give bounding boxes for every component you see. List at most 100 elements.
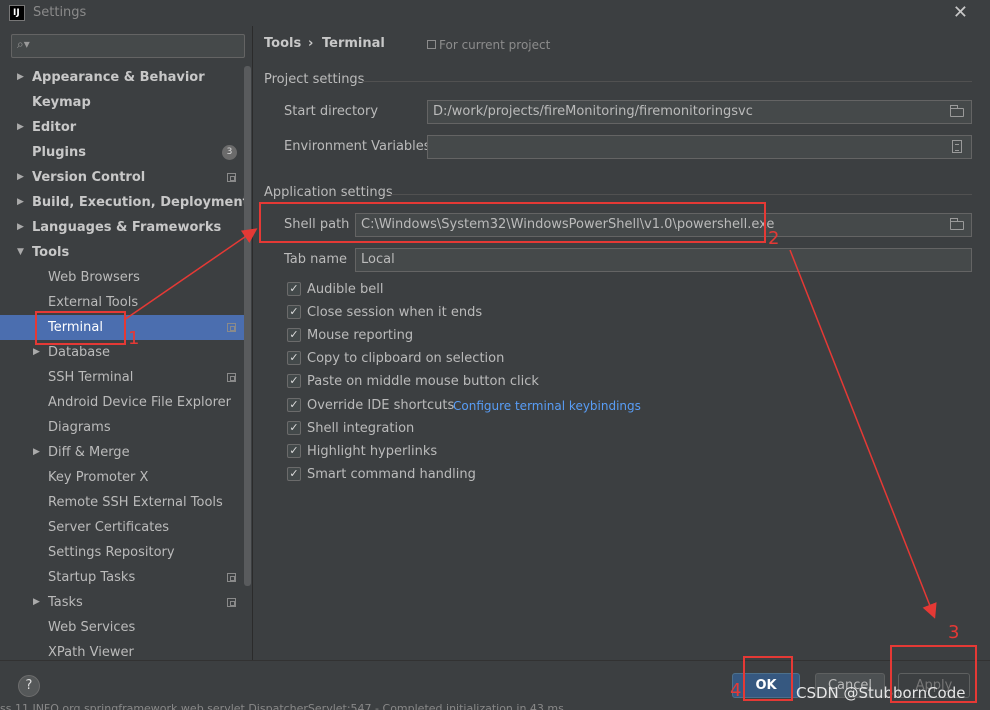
sidebar-item-label: Build, Execution, Deployment [32,195,249,210]
collapsed-arrow-icon[interactable]: ▶ [17,165,24,190]
expanded-arrow-icon[interactable]: ▼ [17,240,24,265]
sidebar-item-label: Diagrams [48,420,111,435]
sidebar-item-label: Database [48,345,111,360]
edit-variables-icon[interactable] [952,140,962,153]
sidebar-item-tasks[interactable]: ▶ Tasks [0,590,250,615]
sidebar-item-tools[interactable]: ▼ Tools [0,240,250,265]
sidebar-item-diff-merge[interactable]: ▶ Diff & Merge [0,440,250,465]
checkbox-label[interactable]: Shell integration [307,420,414,438]
checkbox-mouse-reporting[interactable]: ✓ [287,328,301,342]
checkbox-paste-on-middle-mouse-button-click[interactable]: ✓ [287,374,301,388]
tab-name-field[interactable]: Local [355,248,972,272]
annotation-number-3: 3 [948,622,960,643]
background-console-log: ss 11 INFO org.springframework.web.servl… [0,702,564,710]
checkbox-label[interactable]: Audible bell [307,281,383,299]
sidebar-item-label: SSH Terminal [48,370,134,385]
checkbox-label[interactable]: Highlight hyperlinks [307,443,437,461]
help-button[interactable]: ? [18,675,40,697]
checkbox-label[interactable]: Copy to clipboard on selection [307,350,504,368]
collapsed-arrow-icon[interactable]: ▶ [33,590,40,615]
sidebar-item-editor[interactable]: ▶ Editor [0,115,250,140]
project-level-icon [227,573,236,582]
sidebar-item-label: Appearance & Behavior [32,70,205,85]
checkbox-label[interactable]: Mouse reporting [307,327,413,345]
sidebar-item-label: Web Services [48,620,136,635]
settings-sidebar: ⌕▾ ▶ Appearance & Behavior Keymap ▶ Editor Pl… [0,26,253,660]
sidebar-item-server-certificates[interactable]: Server Certificates [0,515,250,540]
sidebar-item-key-promoter-x[interactable]: Key Promoter X [0,465,250,490]
start-directory-label: Start directory [284,104,379,119]
sidebar-item-startup-tasks[interactable]: Startup Tasks [0,565,250,590]
folder-icon[interactable] [950,105,964,117]
collapsed-arrow-icon[interactable]: ▶ [17,65,24,90]
checkbox-close-session-when-it-ends[interactable]: ✓ [287,305,301,319]
close-icon[interactable]: ✕ [953,2,968,23]
sidebar-scrollbar[interactable] [244,66,251,586]
breadcrumb-parent[interactable]: Tools [264,36,301,51]
plugins-update-badge: 3 [222,145,237,160]
collapsed-arrow-icon[interactable]: ▶ [17,215,24,240]
shell-path-label: Shell path [284,217,350,232]
start-directory-value: D:/work/projects/fireMonitoring/firemoni… [433,104,753,119]
sidebar-item-label: Key Promoter X [48,470,149,485]
checkbox-copy-to-clipboard-on-selection[interactable]: ✓ [287,351,301,365]
settings-search-input[interactable]: ⌕▾ [11,34,245,58]
sidebar-item-label: Editor [32,120,77,135]
configure-keybindings-link[interactable]: Configure terminal keybindings [453,397,641,415]
shell-path-value: C:\Windows\System32\WindowsPowerShell\v1… [361,217,775,232]
sidebar-item-appearance-behavior[interactable]: ▶ Appearance & Behavior [0,65,250,90]
sidebar-item-build-execution-deployment[interactable]: ▶ Build, Execution, Deployment [0,190,250,215]
tab-name-value: Local [361,252,395,267]
sidebar-item-label: Version Control [32,170,146,185]
sidebar-item-remote-ssh-external-tools[interactable]: Remote SSH External Tools [0,490,250,515]
environment-variables-label: Environment Variables [284,139,431,154]
checkbox-smart-command-handling[interactable]: ✓ [287,467,301,481]
checkbox-override-ide-shortcuts[interactable]: ✓ [287,398,301,412]
sidebar-item-ssh-terminal[interactable]: SSH Terminal [0,365,250,390]
project-level-icon [227,173,236,182]
shell-path-field[interactable]: C:\Windows\System32\WindowsPowerShell\v1… [355,213,972,237]
project-scope-icon [427,40,436,49]
collapsed-arrow-icon[interactable]: ▶ [17,190,24,215]
sidebar-item-terminal[interactable]: Terminal [0,315,250,340]
checkbox-label[interactable]: Override IDE shortcuts [307,397,454,415]
environment-variables-field[interactable] [427,135,972,159]
checkbox-shell-integration[interactable]: ✓ [287,421,301,435]
project-settings-title: Project settings [264,72,365,87]
checkbox-label[interactable]: Paste on middle mouse button click [307,373,539,391]
project-level-icon [227,323,236,332]
checkbox-highlight-hyperlinks[interactable]: ✓ [287,444,301,458]
sidebar-item-diagrams[interactable]: Diagrams [0,415,250,440]
sidebar-item-version-control[interactable]: ▶ Version Control [0,165,250,190]
sidebar-item-languages-frameworks[interactable]: ▶ Languages & Frameworks [0,215,250,240]
sidebar-item-label: Terminal [48,320,103,335]
window-title: Settings [33,5,87,20]
search-icon: ⌕▾ [17,37,30,51]
sidebar-item-label: Startup Tasks [48,570,136,585]
sidebar-item-plugins[interactable]: Plugins 3 [0,140,250,165]
sidebar-item-settings-repository[interactable]: Settings Repository [0,540,250,565]
sidebar-item-label: Tools [32,245,70,260]
collapsed-arrow-icon[interactable]: ▶ [33,340,40,365]
sidebar-item-keymap[interactable]: Keymap [0,90,250,115]
sidebar-item-android-device-file-explorer[interactable]: Android Device File Explorer [0,390,250,415]
sidebar-item-label: Diff & Merge [48,445,130,460]
project-level-icon [227,373,236,382]
sidebar-item-web-services[interactable]: Web Services [0,615,250,640]
ok-button[interactable]: OK [732,673,800,698]
breadcrumb-current: Terminal [322,36,385,51]
sidebar-item-external-tools[interactable]: External Tools [0,290,250,315]
start-directory-field[interactable]: D:/work/projects/fireMonitoring/firemoni… [427,100,972,124]
sidebar-item-database[interactable]: ▶ Database [0,340,250,365]
checkbox-label[interactable]: Smart command handling [307,466,476,484]
sidebar-item-label: Web Browsers [48,270,140,285]
folder-icon[interactable] [950,218,964,230]
title-bar: IJ Settings ✕ [0,0,990,26]
checkbox-audible-bell[interactable]: ✓ [287,282,301,296]
scope-indicator: For current project [427,38,550,52]
collapsed-arrow-icon[interactable]: ▶ [17,115,24,140]
section-divider [385,194,972,195]
collapsed-arrow-icon[interactable]: ▶ [33,440,40,465]
checkbox-label[interactable]: Close session when it ends [307,304,482,322]
sidebar-item-web-browsers[interactable]: Web Browsers [0,265,250,290]
